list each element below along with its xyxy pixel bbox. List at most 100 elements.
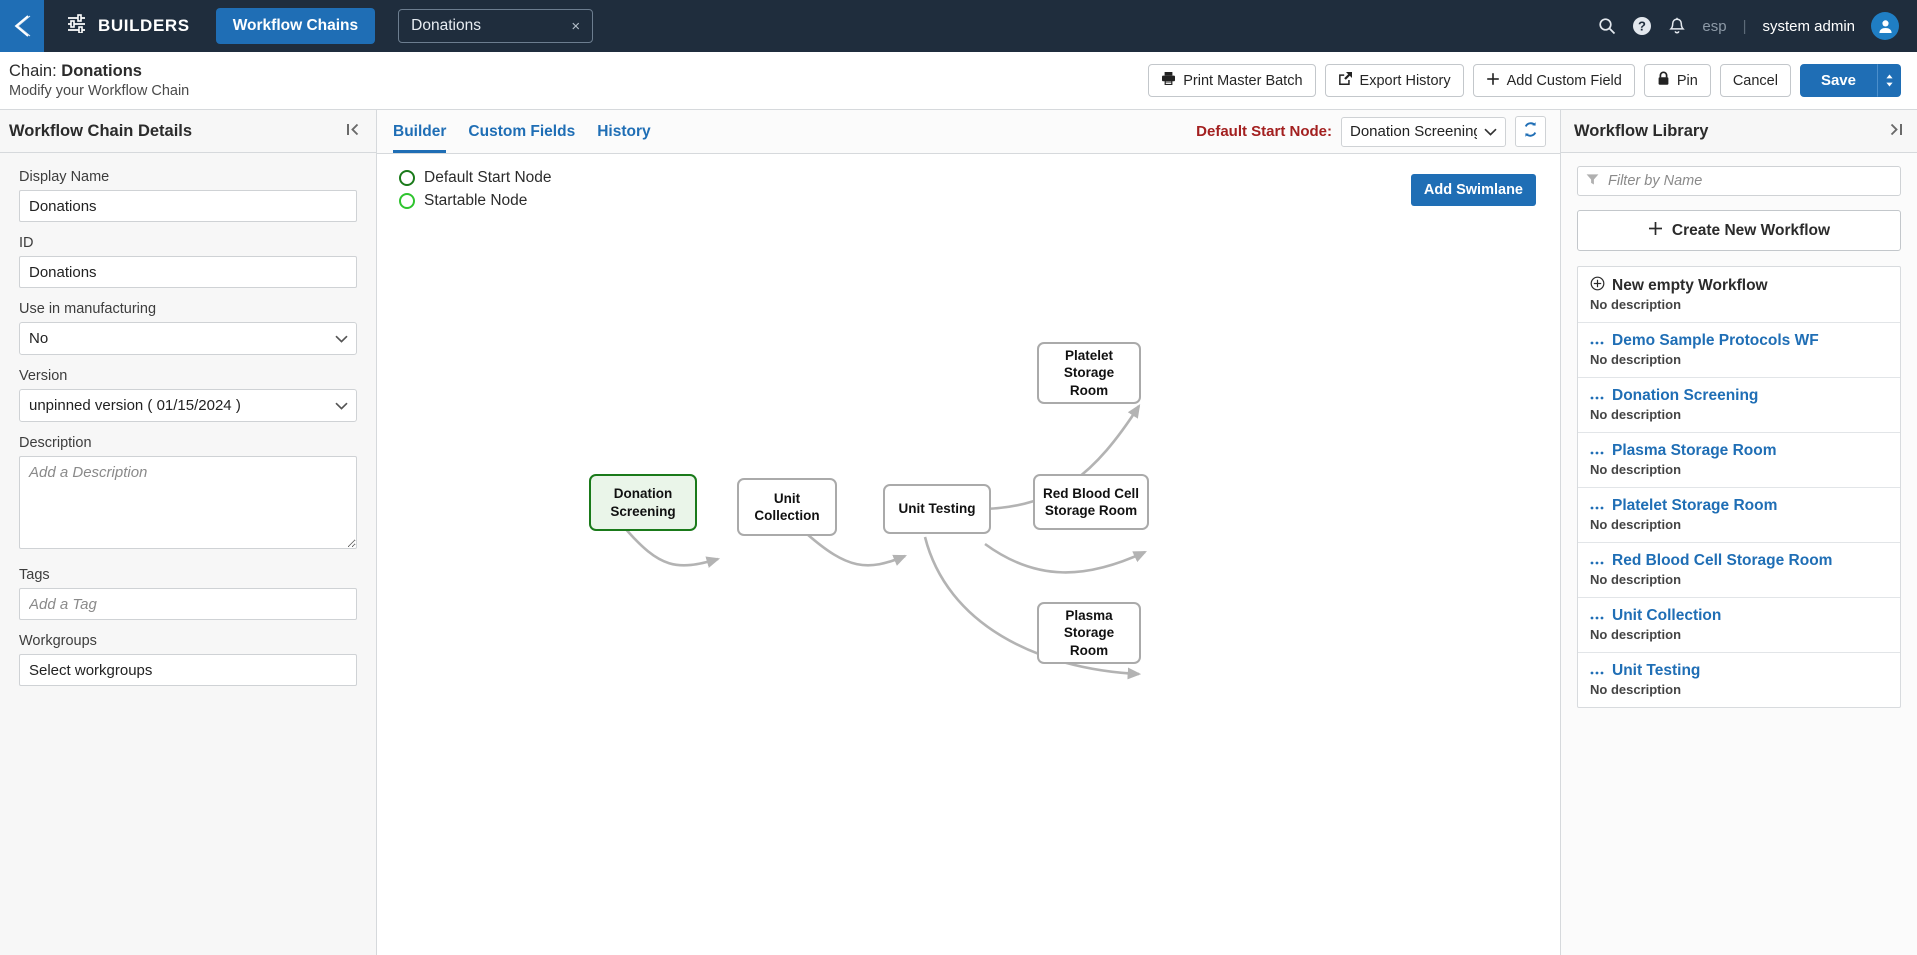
builders-menu[interactable]: BUILDERS [66, 14, 190, 38]
cancel-label: Cancel [1732, 72, 1778, 89]
node-plasma-storage-room[interactable]: Plasma Storage Room [1037, 602, 1141, 664]
node-unit-collection[interactable]: Unit Collection [737, 478, 837, 536]
open-tab-donations[interactable]: Donations × [398, 9, 594, 43]
close-icon[interactable]: × [571, 18, 580, 35]
save-options-caret-icon[interactable] [1877, 64, 1901, 97]
workflow-library-panel: Workflow Library Create New Workflow [1560, 110, 1917, 955]
print-master-batch-label: Print Master Batch [1183, 72, 1303, 89]
node-label: Unit Collection [754, 490, 820, 523]
pin-button[interactable]: Pin [1643, 64, 1711, 97]
save-button-group: Save [1799, 64, 1901, 97]
workflow-canvas[interactable]: Default Start Node Startable Node Add Sw… [377, 154, 1560, 955]
use-in-manufacturing-label: Use in manufacturing [19, 301, 157, 317]
drag-dots-icon[interactable] [1590, 334, 1605, 349]
list-item[interactable]: Unit Collection No description [1578, 598, 1900, 653]
create-new-workflow-button[interactable]: Create New Workflow [1577, 210, 1901, 251]
display-name-label: Display Name [19, 169, 110, 185]
version-field-group: Version unpinned version ( 01/15/2024 ) [19, 368, 357, 422]
list-item[interactable]: Demo Sample Protocols WF No description [1578, 323, 1900, 378]
default-start-node-select[interactable]: Donation Screening [1341, 116, 1506, 147]
list-item-description: No description [1590, 682, 1682, 697]
list-item-title: Plasma Storage Room [1612, 442, 1777, 459]
pin-label: Pin [1676, 72, 1698, 89]
description-textarea[interactable] [19, 456, 357, 549]
list-item-title: Unit Testing [1612, 662, 1701, 679]
version-select[interactable]: unpinned version ( 01/15/2024 ) [19, 389, 357, 422]
add-custom-field-button[interactable]: Add Custom Field [1472, 64, 1635, 97]
list-item[interactable]: Plasma Storage Room No description [1578, 433, 1900, 488]
export-history-button[interactable]: Export History [1324, 64, 1464, 97]
tags-input[interactable] [19, 588, 357, 620]
list-item[interactable]: Red Blood Cell Storage Room No descripti… [1578, 543, 1900, 598]
description-field-group: Description [19, 435, 357, 554]
back-button[interactable] [0, 0, 44, 52]
list-item[interactable]: Donation Screening No description [1578, 378, 1900, 433]
node-red-blood-cell-storage-room[interactable]: Red Blood Cell Storage Room [1033, 474, 1149, 530]
workflow-chain-details-panel: Workflow Chain Details Display Name ID U… [0, 110, 377, 955]
use-in-manufacturing-select[interactable]: No [19, 322, 357, 355]
workgroups-input[interactable] [19, 654, 357, 686]
help-circle-icon[interactable]: ? [1632, 16, 1652, 36]
use-in-manufacturing-field-group: Use in manufacturing No [19, 301, 357, 355]
external-link-icon [1338, 71, 1353, 90]
left-panel-title: Workflow Chain Details [9, 121, 193, 140]
topbar-divider: | [1742, 17, 1747, 35]
list-item[interactable]: Unit Testing No description [1578, 653, 1900, 707]
node-unit-testing[interactable]: Unit Testing [883, 484, 991, 534]
workgroups-field-group: Workgroups [19, 633, 357, 686]
page-subtitle: Modify your Workflow Chain [9, 83, 190, 100]
drag-dots-icon[interactable] [1590, 609, 1605, 624]
list-item-title: Unit Collection [1612, 607, 1722, 624]
plus-circle-icon [1590, 276, 1605, 295]
display-name-field-group: Display Name [19, 169, 357, 222]
bell-icon[interactable] [1668, 17, 1686, 36]
list-item[interactable]: New empty Workflow No description [1578, 267, 1900, 323]
node-donation-screening[interactable]: Donation Screening [589, 474, 697, 531]
workflow-chains-button[interactable]: Workflow Chains [215, 8, 376, 44]
list-item-description: No description [1590, 352, 1682, 367]
page-subheader: Chain: Donations Modify your Workflow Ch… [0, 52, 1917, 110]
drag-dots-icon[interactable] [1590, 499, 1605, 514]
user-avatar-icon[interactable] [1871, 12, 1899, 40]
edge-unit-testing-to-red-blood-cell [984, 542, 1147, 574]
locale-label[interactable]: esp [1702, 18, 1726, 35]
search-icon[interactable] [1598, 17, 1616, 35]
tab-custom-fields[interactable]: Custom Fields [468, 110, 575, 153]
refresh-button[interactable] [1515, 116, 1546, 147]
list-item-title: Demo Sample Protocols WF [1612, 332, 1819, 349]
tags-label: Tags [19, 567, 50, 583]
node-platelet-storage-room[interactable]: Platelet Storage Room [1037, 342, 1141, 404]
id-input[interactable] [19, 256, 357, 288]
list-item[interactable]: Platelet Storage Room No description [1578, 488, 1900, 543]
printer-icon [1161, 71, 1176, 90]
list-item-title: New empty Workflow [1612, 276, 1768, 294]
print-master-batch-button[interactable]: Print Master Batch [1148, 64, 1316, 97]
collapse-left-icon[interactable] [345, 122, 362, 141]
svg-text:?: ? [1638, 19, 1646, 34]
filter-by-name-input[interactable] [1577, 166, 1901, 196]
display-name-input[interactable] [19, 190, 357, 222]
node-label: Plasma Storage Room [1063, 608, 1115, 658]
add-custom-field-label: Add Custom Field [1506, 72, 1622, 89]
edge-donation-screening-to-unit-collection [623, 526, 721, 568]
save-button[interactable]: Save [1799, 64, 1877, 97]
node-label: Platelet Storage Room [1063, 348, 1115, 398]
tab-builder[interactable]: Builder [393, 110, 447, 153]
description-label: Description [19, 435, 92, 451]
drag-dots-icon[interactable] [1590, 389, 1605, 404]
collapse-right-icon[interactable] [1887, 122, 1904, 141]
default-start-node-label: Default Start Node: [1196, 123, 1332, 140]
list-item-description: No description [1590, 407, 1682, 422]
drag-dots-icon[interactable] [1590, 554, 1605, 569]
list-item-description: No description [1590, 297, 1682, 312]
drag-dots-icon[interactable] [1590, 664, 1605, 679]
export-history-label: Export History [1359, 72, 1451, 89]
cancel-button[interactable]: Cancel [1719, 64, 1791, 97]
lock-icon [1657, 71, 1670, 90]
chain-title-prefix: Chain: [9, 61, 62, 80]
top-right-actions: ? esp | system admin [1598, 0, 1899, 52]
drag-dots-icon[interactable] [1590, 444, 1605, 459]
builder-center-panel: Builder Custom Fields History Default St… [377, 110, 1560, 955]
builders-label: BUILDERS [98, 16, 190, 35]
tab-history[interactable]: History [597, 110, 650, 153]
